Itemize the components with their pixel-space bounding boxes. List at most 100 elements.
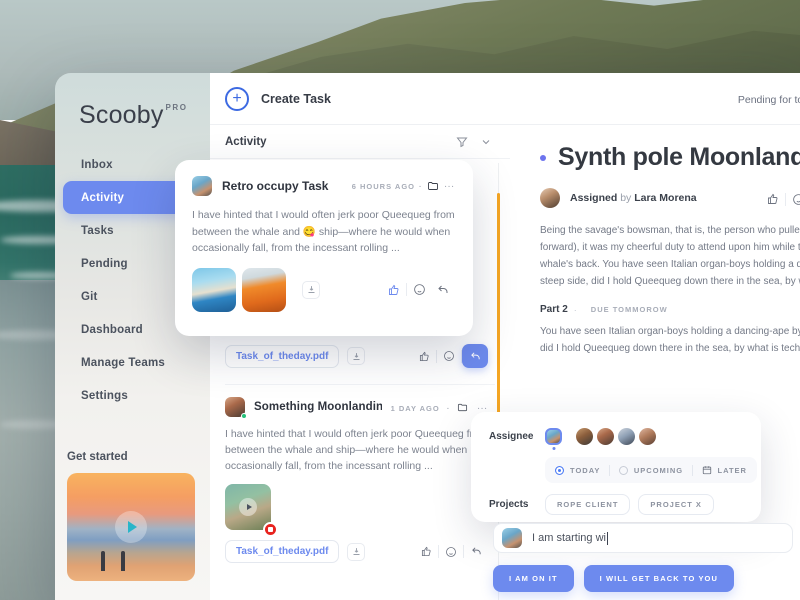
image-thumbnail[interactable]	[192, 267, 236, 312]
sidebar-item-settings[interactable]: Settings	[55, 379, 210, 412]
folder-icon[interactable]	[427, 180, 439, 192]
file-chip[interactable]: Task_of_theday.pdf	[225, 344, 340, 368]
part-heading: Part 2 · DUE TOMMOROW	[540, 304, 800, 315]
activity-card-attachments: Task_of_theday.pdf	[225, 540, 488, 563]
activity-card-body: I have hinted that I would often jerk po…	[225, 428, 488, 472]
brand-name: Scooby	[79, 101, 164, 129]
download-icon[interactable]	[347, 347, 366, 365]
part-paragraph: You have seen Italian organ-boys holding…	[540, 323, 800, 357]
get-started-video-card[interactable]	[67, 473, 195, 581]
play-icon[interactable]	[239, 498, 257, 516]
meta-separator: ·	[446, 403, 451, 413]
create-task-label: Create Task	[261, 91, 331, 106]
record-badge-icon	[263, 522, 278, 537]
file-chip[interactable]: Task_of_theday.pdf	[225, 540, 340, 563]
activity-card-title: Something Moonlanding...	[254, 401, 382, 413]
sidebar-item-label: Settings	[81, 389, 128, 402]
emoji-reaction-icon[interactable]	[786, 188, 800, 210]
activity-card-attachments: Task_of_theday.pdf	[225, 344, 488, 368]
reaction-group	[382, 279, 455, 301]
due-option-today[interactable]: TODAY	[555, 465, 601, 475]
due-option-label: UPCOMING	[633, 465, 684, 475]
assigned-label: Assigned by Lara Morena	[570, 192, 697, 204]
thumbs-up-icon[interactable]	[382, 279, 406, 301]
paragraph-line: forward), it was my cheerful duty to att…	[540, 242, 800, 253]
i-will-get-back-button[interactable]: I WILL GET BACK TO YOU	[583, 565, 735, 592]
projects-row: Projects ROPE CLIENT PROJECT X	[489, 494, 761, 515]
brand-logo[interactable]: Scooby PRO	[79, 101, 186, 130]
floating-card-meta: 6 HOURS AGO · ···	[352, 180, 455, 192]
pending-status-text: Pending for tom	[737, 94, 800, 106]
assignee-avatar-selected[interactable]	[545, 428, 562, 450]
thumbs-up-icon[interactable]	[761, 188, 785, 210]
reply-input[interactable]: I am starting wi	[493, 523, 793, 553]
reply-icon[interactable]	[464, 541, 488, 563]
brand-pro-badge: PRO	[165, 103, 188, 112]
status-bullet-icon	[540, 154, 546, 161]
play-icon[interactable]	[115, 511, 147, 543]
activity-card-header: Something Moonlanding... 1 DAY AGO · ···	[225, 397, 488, 419]
emoji-reaction-icon[interactable]	[439, 541, 463, 563]
detail-topbar: Pending for tom	[510, 73, 800, 125]
video-thumbnail[interactable]	[225, 484, 271, 530]
paragraph-line: Being the savage's bowsman, that is, the…	[540, 225, 800, 236]
assignee-row: Assignee	[489, 428, 761, 450]
video-thumbnail-wrapper[interactable]	[225, 484, 278, 537]
reply-input-value: I am starting wi	[532, 532, 606, 544]
sidebar-item-label: Dashboard	[81, 323, 143, 336]
assignee-avatar[interactable]	[597, 428, 614, 445]
project-chip[interactable]: ROPE CLIENT	[545, 494, 631, 515]
floating-activity-card[interactable]: Retro occupy Task 6 HOURS AGO · ··· I ha…	[175, 160, 473, 336]
part-label: Part 2	[540, 304, 568, 315]
assigned-by-word: by	[620, 192, 632, 204]
download-icon[interactable]	[302, 280, 320, 299]
due-option-label: TODAY	[570, 465, 601, 475]
project-chip[interactable]: PROJECT X	[638, 494, 714, 515]
assignee-avatar[interactable]	[576, 428, 593, 445]
folder-icon[interactable]	[457, 402, 468, 413]
emoji-reaction-icon[interactable]	[437, 345, 461, 367]
i-am-on-it-button[interactable]: I AM ON IT	[493, 565, 574, 592]
floating-card-title: Retro occupy Task	[222, 179, 329, 193]
calendar-icon	[702, 465, 712, 475]
reply-icon[interactable]	[431, 279, 455, 301]
quick-reply-buttons: I AM ON IT I WILL GET BACK TO YOU	[493, 565, 744, 592]
projects-label: Projects	[489, 499, 529, 510]
reply-icon[interactable]	[462, 344, 488, 368]
assignee-label: Assignee	[489, 431, 534, 442]
floating-card-attachments	[192, 267, 455, 312]
avatar	[225, 397, 247, 419]
emoji-reaction-icon[interactable]	[407, 279, 431, 301]
image-thumbnail[interactable]	[242, 267, 286, 312]
sidebar-item-manage-teams[interactable]: Manage Teams	[55, 346, 210, 379]
paragraph-line: whale's back. You have seen Italian orga…	[540, 259, 800, 270]
paragraph-line: You have seen Italian organ-boys holding…	[540, 326, 800, 337]
sidebar-item-label: Pending	[81, 257, 128, 270]
get-started-heading: Get started	[67, 451, 128, 463]
sidebar-item-label: Manage Teams	[81, 356, 165, 369]
sidebar-item-label: Activity	[81, 191, 125, 204]
online-status-dot	[241, 413, 247, 419]
download-icon[interactable]	[347, 542, 366, 561]
due-option-upcoming[interactable]: UPCOMING	[618, 465, 684, 475]
meta-separator: ·	[573, 304, 577, 315]
activity-section-title: Activity	[225, 135, 267, 148]
chevron-down-icon[interactable]	[480, 136, 492, 148]
more-options-icon[interactable]: ···	[445, 182, 456, 191]
filter-icon[interactable]	[456, 136, 468, 148]
sidebar: Scooby PRO Inbox Activity Tasks Pending …	[55, 73, 210, 600]
text-caret	[606, 531, 608, 545]
assignee-avatar-list	[545, 428, 660, 450]
assignee-avatar[interactable]	[639, 428, 656, 445]
create-task-button[interactable]: + Create Task	[210, 73, 510, 125]
avatar	[540, 188, 560, 208]
plus-icon: +	[225, 86, 249, 111]
thumbs-up-icon[interactable]	[414, 541, 438, 563]
detail-title-row: Synth pole Moonlandi	[540, 143, 800, 172]
assignee-avatar[interactable]	[618, 428, 635, 445]
due-option-later[interactable]: LATER	[702, 465, 747, 475]
sidebar-item-label: Inbox	[81, 158, 113, 171]
radio-icon	[618, 465, 628, 475]
activity-card[interactable]: Something Moonlanding... 1 DAY AGO · ···…	[210, 385, 510, 573]
thumbs-up-icon[interactable]	[412, 345, 436, 367]
